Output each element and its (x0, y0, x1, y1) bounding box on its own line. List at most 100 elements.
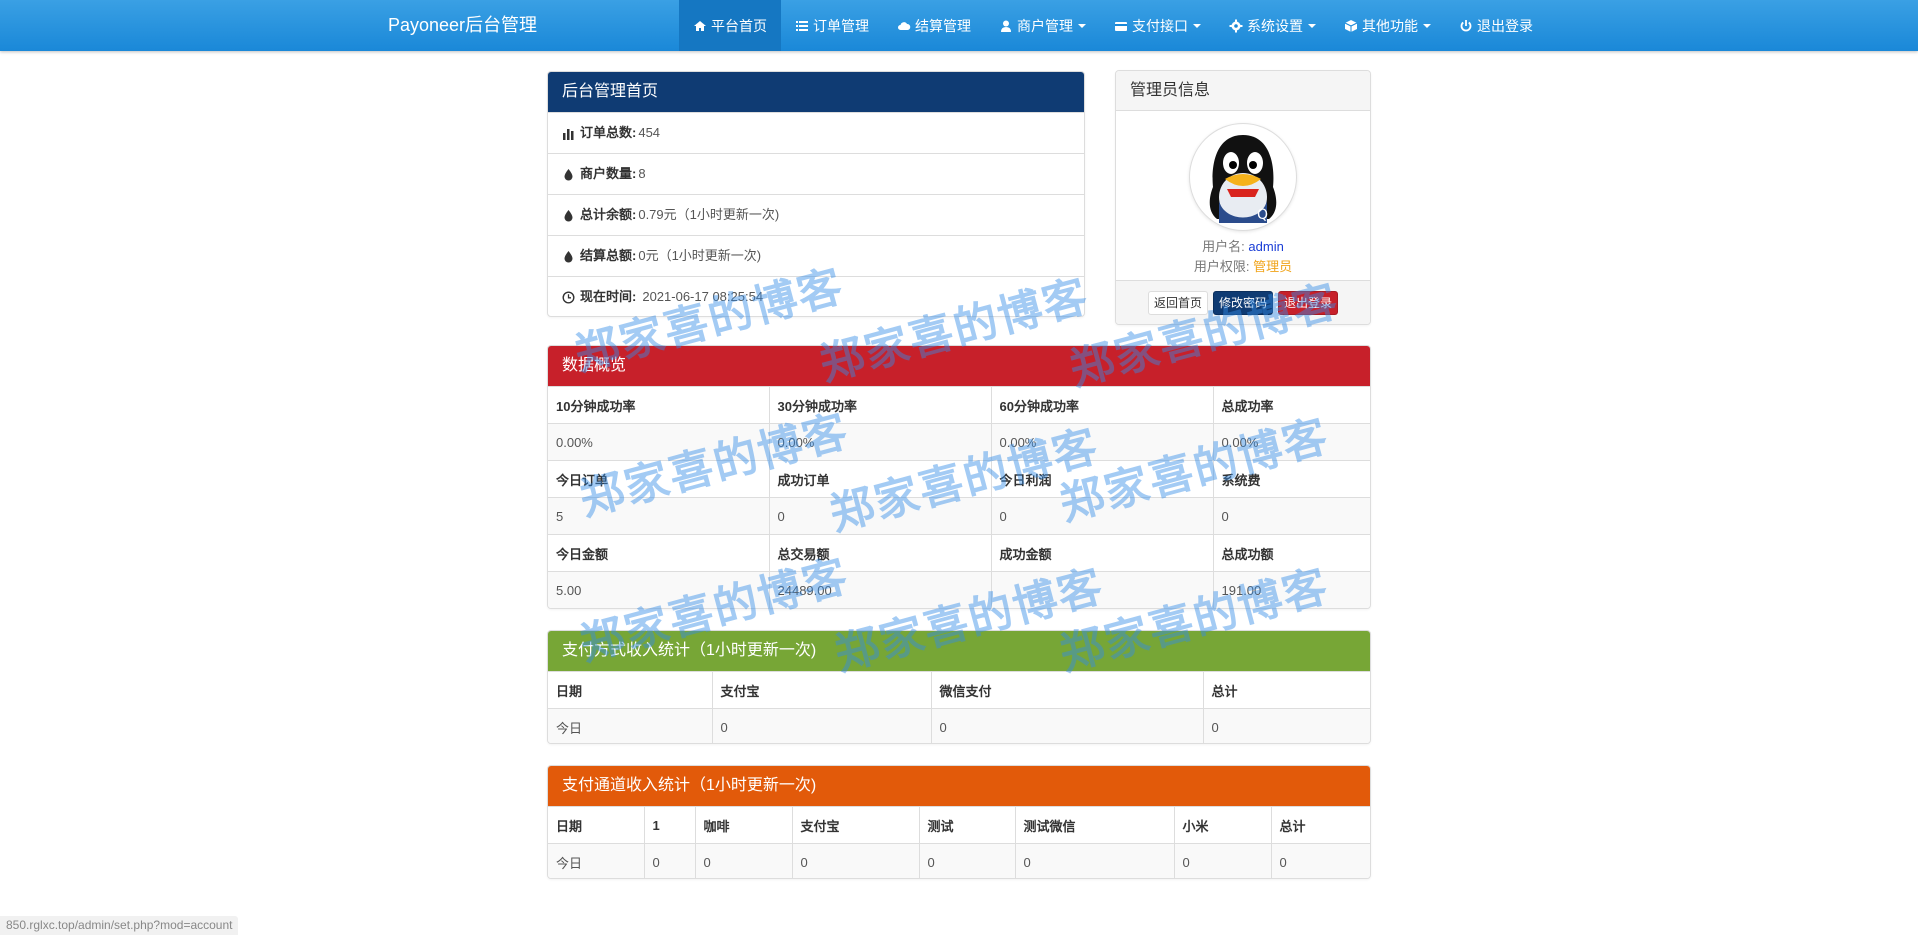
table-header-cell: 总成功额 (1212, 534, 1370, 572)
table-header-cell: 成功金额 (990, 534, 1214, 572)
table-header-cell: 支付宝 (711, 671, 932, 709)
table-header-cell: 测试微信 (1014, 806, 1175, 844)
logout-button[interactable]: 退出登录 (1278, 290, 1339, 315)
back-home-button[interactable]: 返回首页 (1147, 290, 1208, 315)
browser-status-url: 850.rglxc.top/admin/set.php?mod=account (0, 916, 239, 935)
nav-item-label: 其他功能 (1362, 17, 1418, 34)
penguin-avatar-icon: Q (1197, 133, 1289, 225)
table-header-cell: 支付宝 (791, 806, 920, 844)
table-cell: 5.00 (548, 571, 770, 608)
role-label: 用户权限: (1193, 259, 1250, 274)
table-header-cell: 30分钟成功率 (768, 386, 992, 424)
nav-item-settlement[interactable]: 结算管理 (883, 0, 985, 51)
table-cell: 0 (1202, 708, 1370, 743)
admin-actions: 返回首页 修改密码 退出登录 (1116, 280, 1370, 324)
nav-item-merchants[interactable]: 商户管理 (985, 0, 1100, 51)
nav-item-label: 系统设置 (1247, 17, 1303, 34)
cloud-icon (898, 21, 911, 30)
chevron-down-icon (1423, 23, 1431, 28)
table-cell: 0.00% (990, 423, 1214, 461)
table-header-cell: 60分钟成功率 (990, 386, 1214, 424)
nav-item-label: 商户管理 (1017, 17, 1073, 34)
panel-title: 数据概览 (548, 346, 1370, 386)
nav-item-other[interactable]: 其他功能 (1330, 0, 1445, 51)
overview-panel: 数据概览 10分钟成功率 30分钟成功率 60分钟成功率 总成功率 0.00% … (547, 345, 1371, 609)
table-header-cell: 今日金额 (548, 534, 770, 572)
table-cell: 191.00 (1212, 571, 1370, 608)
drop-icon (564, 168, 573, 180)
stat-value: 0.79元（1小时更新一次) (638, 207, 780, 222)
table-header-cell: 系统费 (1212, 460, 1370, 498)
chevron-down-icon (1193, 23, 1201, 28)
stat-value: 8 (638, 166, 646, 181)
admin-username-line: 用户名: admin (1116, 237, 1370, 257)
stat-label: 现在时间: (580, 289, 637, 304)
top-navbar: Payoneer后台管理 平台首页 订单管理 结算管理 商户管理 支付接口 系统… (0, 0, 1918, 51)
channel-table: 日期 1 咖啡 支付宝 测试 测试微信 小米 总计 今日 0 0 0 0 0 0… (548, 806, 1370, 878)
home-icon (694, 20, 706, 31)
nav-item-label: 平台首页 (711, 17, 767, 34)
nav-item-orders[interactable]: 订单管理 (781, 0, 883, 51)
table-cell: 0 (791, 843, 920, 878)
table-cell: 0 (990, 497, 1214, 535)
role-value: 管理员 (1253, 259, 1293, 274)
table-cell: 0 (918, 843, 1016, 878)
table-row: 今日 0 0 0 (548, 708, 1370, 743)
panel-title: 后台管理首页 (548, 72, 1084, 112)
overview-table: 10分钟成功率 30分钟成功率 60分钟成功率 总成功率 0.00% 0.00%… (548, 386, 1370, 608)
table-cell: 今日 (548, 843, 645, 878)
username-value: admin (1248, 239, 1284, 254)
table-cell: 0 (1212, 497, 1370, 535)
stat-current-time: 现在时间: 2021-06-17 08:25:54 (548, 276, 1084, 316)
brand-title[interactable]: Payoneer后台管理 (388, 0, 537, 51)
table-header-cell: 小米 (1173, 806, 1272, 844)
nav-item-label: 结算管理 (915, 17, 971, 34)
table-cell: 今日 (548, 708, 713, 743)
admin-info: Q 用户名: admin 用户权限: 管理员 (1116, 111, 1370, 277)
list-icon (796, 20, 808, 31)
svg-text:Q: Q (1257, 207, 1268, 223)
nav-item-label: 订单管理 (813, 17, 869, 34)
table-cell: 0 (694, 843, 793, 878)
chevron-down-icon (1078, 23, 1086, 28)
table-row: 5.00 24489.00 191.00 (548, 571, 1370, 608)
table-header-cell: 总计 (1202, 671, 1370, 709)
change-password-button[interactable]: 修改密码 (1212, 290, 1273, 315)
table-header-cell: 测试 (918, 806, 1016, 844)
table-cell: 0 (1014, 843, 1175, 878)
stat-order-total: 订单总数: 454 (548, 112, 1084, 153)
nav-item-payment-api[interactable]: 支付接口 (1100, 0, 1215, 51)
paymethod-income-panel: 支付方式收入统计（1小时更新一次) 日期 支付宝 微信支付 总计 今日 0 0 … (547, 630, 1371, 744)
nav-item-label: 退出登录 (1477, 17, 1533, 34)
table-header-cell: 总计 (1270, 806, 1370, 844)
table-header-row: 10分钟成功率 30分钟成功率 60分钟成功率 总成功率 (548, 386, 1370, 424)
bar-chart-icon (563, 128, 574, 140)
avatar: Q (1189, 123, 1297, 231)
stat-label: 商户数量: (580, 166, 637, 181)
table-header-cell: 日期 (548, 806, 645, 844)
nav-item-logout[interactable]: 退出登录 (1445, 0, 1547, 51)
nav-item-label: 支付接口 (1132, 17, 1188, 34)
drop-icon (564, 209, 573, 221)
stat-label: 总计余额: (580, 207, 637, 222)
nav-item-system-settings[interactable]: 系统设置 (1215, 0, 1330, 51)
credit-card-icon (1115, 21, 1127, 31)
admin-role-line: 用户权限: 管理员 (1116, 257, 1370, 277)
stat-settlement-total: 结算总额: 0元（1小时更新一次) (548, 235, 1084, 276)
table-row: 0.00% 0.00% 0.00% 0.00% (548, 423, 1370, 461)
table-cell: 0 (1270, 843, 1370, 878)
panel-title: 支付方式收入统计（1小时更新一次) (548, 631, 1370, 671)
table-header-cell: 日期 (548, 671, 713, 709)
stat-value: 454 (638, 125, 661, 140)
table-header-cell: 成功订单 (768, 460, 992, 498)
main-nav: 平台首页 订单管理 结算管理 商户管理 支付接口 系统设置 其他功能 退出登录 (679, 0, 1547, 51)
table-header-cell: 咖啡 (694, 806, 793, 844)
table-header-cell: 今日订单 (548, 460, 770, 498)
panel-title: 管理员信息 (1116, 71, 1370, 111)
power-icon (1460, 19, 1472, 31)
table-header-cell: 10分钟成功率 (548, 386, 770, 424)
table-cell: 0 (768, 497, 992, 535)
table-cell: 0.00% (548, 423, 770, 461)
nav-item-home[interactable]: 平台首页 (679, 0, 781, 51)
table-cell: 0 (711, 708, 932, 743)
